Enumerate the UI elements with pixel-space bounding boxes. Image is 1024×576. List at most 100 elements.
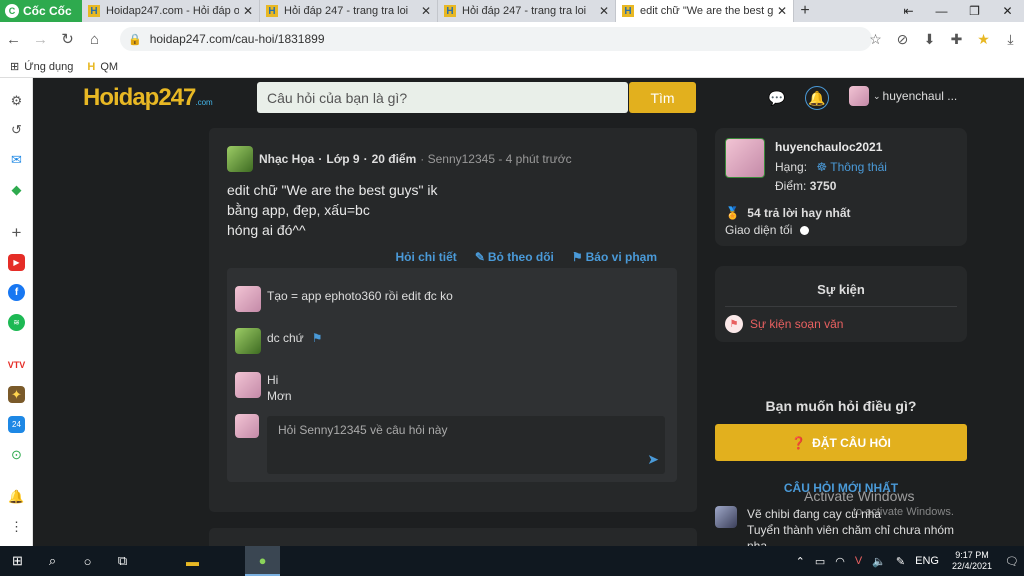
flag-icon[interactable]: ⚑ <box>312 328 323 354</box>
tab-3[interactable]: H Hỏi đáp 247 - trang tra loi ✕ <box>438 0 616 22</box>
grade-label[interactable]: Lớp 9 <box>326 152 359 166</box>
send-icon[interactable]: ➤ <box>647 451 659 468</box>
reload-icon[interactable]: ↻ <box>54 30 81 48</box>
close-tab-icon[interactable]: ✕ <box>777 4 787 18</box>
site-logo[interactable]: Hoidap247.com <box>83 84 213 112</box>
minimize-icon[interactable]: — <box>925 0 958 22</box>
profile-card: huyenchauloc2021 Hạng: ☸ Thông thái Điểm… <box>715 128 967 246</box>
ask-question-button[interactable]: ❓ ĐẶT CÂU HỎI <box>715 424 967 461</box>
news-app-icon[interactable]: 24 <box>8 416 25 433</box>
history-icon[interactable]: ↺ <box>8 121 25 138</box>
map-icon[interactable]: ⊙ <box>8 446 25 463</box>
downloads-icon[interactable]: ⤓ <box>997 27 1024 51</box>
file-explorer-icon[interactable]: ▬ <box>175 546 210 576</box>
restore-icon[interactable]: ❐ <box>958 0 991 22</box>
profile-avatar[interactable] <box>725 138 765 178</box>
tab-title: Hoidap247.com - Hỏi đáp onl <box>106 5 239 17</box>
activate-windows-title: Activate Windows <box>804 488 915 504</box>
chevron-down-icon: ⌄ <box>873 90 881 101</box>
youtube-icon[interactable]: ▶ <box>8 254 25 271</box>
ask-detail-link[interactable]: Hỏi chi tiết <box>395 250 456 264</box>
profile-name[interactable]: huyenchauloc2021 <box>775 140 882 154</box>
rank-label: Hạng: <box>775 160 808 174</box>
cortana-icon[interactable]: ○ <box>70 546 105 576</box>
tab-1[interactable]: H Hoidap247.com - Hỏi đáp onl ✕ <box>82 0 260 22</box>
game-icon[interactable]: ◆ <box>8 181 25 198</box>
tab-search-icon[interactable]: ⇤ <box>892 0 925 22</box>
rocket-icon[interactable]: ★ <box>970 27 997 51</box>
close-window-icon[interactable]: ✕ <box>991 0 1024 22</box>
tab-4-active[interactable]: H edit chữ "We are the best guys" ✕ <box>616 0 794 22</box>
extensions-icon[interactable]: ✚ <box>943 27 970 51</box>
flag-icon: ⚑ <box>571 250 583 264</box>
star-icon[interactable]: ☆ <box>862 27 889 51</box>
tab-2[interactable]: H Hỏi đáp 247 - trang tra loi ✕ <box>260 0 438 22</box>
close-tab-icon[interactable]: ✕ <box>421 4 431 18</box>
dark-mode-toggle[interactable] <box>800 225 810 235</box>
home-icon[interactable]: ⌂ <box>81 31 108 48</box>
tray-up-icon[interactable]: ⌃ <box>791 555 810 568</box>
comment-text-block: Hi Mơn <box>267 372 292 404</box>
url-field[interactable]: 🔒 hoidap247.com/cau-hoi/1831899 <box>120 27 872 51</box>
settings-icon[interactable]: ⚙ <box>8 92 25 109</box>
more-icon[interactable]: ⋮ <box>8 518 25 535</box>
search-input[interactable]: Câu hỏi của bạn là gì? <box>257 82 628 113</box>
bookmark-qm[interactable]: H QM <box>87 61 118 73</box>
facebook-icon[interactable]: f <box>8 284 25 301</box>
browser-brand[interactable]: C Cốc Cốc <box>0 0 82 22</box>
action-center-icon[interactable]: 🗨 <box>1000 555 1024 568</box>
task-view-icon[interactable]: ⧉ <box>105 546 140 576</box>
antivirus-icon[interactable]: V <box>850 555 867 567</box>
event-item[interactable]: ⚑ Sự kiện soạn văn <box>725 315 843 333</box>
download-icon[interactable]: ⬇ <box>916 27 943 51</box>
clock-date: 22/4/2021 <box>951 561 993 571</box>
network-icon[interactable]: ◠ <box>830 555 850 568</box>
bell-icon[interactable]: 🔔 <box>805 86 829 110</box>
game-app-icon[interactable]: ✦ <box>8 386 25 403</box>
bookmark-apps[interactable]: ⊞ Ứng dụng <box>10 60 73 74</box>
avatar <box>849 86 869 106</box>
avatar[interactable] <box>235 286 261 312</box>
battery-icon[interactable]: ▭ <box>810 555 830 568</box>
toolbar-icons: ☆ ⊘ ⬇ ✚ ★ ⤓ <box>862 27 1024 51</box>
medal-icon: 🏅 <box>725 206 740 220</box>
notifications-icon[interactable]: 🔔 <box>8 488 25 505</box>
unfollow-link[interactable]: ✎ Bỏ theo dõi <box>475 250 554 264</box>
report-link[interactable]: ⚑ Báo vi phạm <box>572 250 657 264</box>
close-tab-icon[interactable]: ✕ <box>599 4 609 18</box>
reply-input[interactable]: Hỏi Senny12345 về câu hỏi này ➤ <box>267 416 665 474</box>
back-icon[interactable]: ← <box>0 31 27 48</box>
new-tab-icon[interactable]: + <box>794 0 816 22</box>
volume-icon[interactable]: 🔈 <box>867 555 891 568</box>
ask-button-label: ĐẶT CÂU HỎI <box>812 435 891 450</box>
vtv-icon[interactable]: VTV <box>8 356 26 373</box>
close-tab-icon[interactable]: ✕ <box>243 4 253 18</box>
chat-icon[interactable]: 💬 <box>765 86 789 110</box>
language-indicator[interactable]: ENG <box>910 555 944 567</box>
pen-icon[interactable]: ✎ <box>891 555 910 568</box>
tab-title: Hỏi đáp 247 - trang tra loi <box>462 5 587 17</box>
coccoc-taskbar-icon[interactable]: ● <box>245 546 280 576</box>
search-icon[interactable]: ⌕ <box>35 546 70 576</box>
question-line: edit chữ "We are the best guys" ik <box>227 182 438 198</box>
question-body: edit chữ "We are the best guys" ik bằng … <box>227 180 438 240</box>
add-icon[interactable]: + <box>8 223 25 242</box>
next-card <box>209 528 697 546</box>
report-label: Báo vi phạm <box>585 250 657 264</box>
windows-start-icon[interactable]: ⊞ <box>0 546 35 576</box>
search-button[interactable]: Tìm <box>629 82 696 113</box>
event-label: Sự kiện soạn văn <box>750 317 844 331</box>
avatar[interactable] <box>235 328 261 354</box>
comment-text: Mơn <box>267 389 292 403</box>
spotify-icon[interactable]: ≋ <box>8 314 25 331</box>
tab-title: edit chữ "We are the best guys" <box>640 5 773 17</box>
adblock-icon[interactable]: ⊘ <box>889 27 916 51</box>
clock[interactable]: 9:17 PM 22/4/2021 <box>944 550 1000 572</box>
asker-avatar[interactable] <box>227 146 253 172</box>
subject-label[interactable]: Nhạc Họa <box>259 152 314 166</box>
forward-icon[interactable]: → <box>27 31 54 48</box>
event-flag-icon: ⚑ <box>725 315 743 333</box>
messenger-icon[interactable]: ✉ <box>8 151 25 168</box>
header-user-menu[interactable]: ⌄ huyenchaul ... <box>849 86 957 106</box>
avatar[interactable] <box>235 372 261 398</box>
